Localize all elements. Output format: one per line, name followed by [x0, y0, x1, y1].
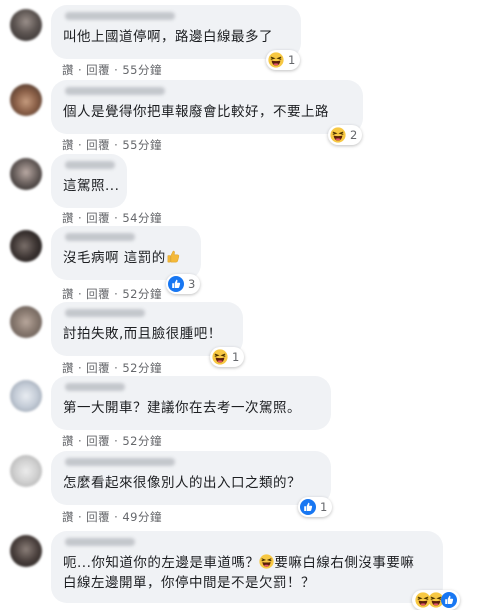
reply-link[interactable]: 回覆	[86, 361, 110, 375]
like-link[interactable]: 讚	[62, 434, 74, 448]
like-link[interactable]: 讚	[62, 361, 74, 375]
comment-actions: 讚 · 回覆 · 52分鐘	[62, 360, 162, 376]
separator: ·	[78, 434, 83, 448]
like-link[interactable]: 讚	[62, 287, 74, 301]
separator: ·	[78, 510, 83, 524]
author-name[interactable]	[65, 538, 135, 546]
avatar[interactable]	[10, 158, 42, 190]
comment-bubble: 個人是覺得你把車報廢會比較好，不要上路	[51, 80, 363, 134]
separator: ·	[78, 138, 83, 152]
comment-text-line-1: 呃...你知道你的左邊是車道嗎？ 要嘛白線右側沒事要嘛	[63, 553, 431, 573]
avatar[interactable]	[10, 535, 42, 567]
timestamp[interactable]: 52分鐘	[122, 361, 162, 375]
like-link[interactable]: 讚	[62, 211, 74, 225]
comment-text: 個人是覺得你把車報廢會比較好，不要上路	[63, 104, 329, 120]
reaction-badge[interactable]: 2	[328, 125, 363, 145]
reaction-badge[interactable]: 1	[266, 50, 301, 70]
comment-actions: 讚 · 回覆 · 55分鐘	[62, 62, 162, 78]
author-name[interactable]	[65, 87, 165, 95]
like-icon	[441, 592, 457, 608]
separator: ·	[78, 287, 83, 301]
timestamp[interactable]: 49分鐘	[122, 510, 162, 524]
comment-bubble: 呃...你知道你的左邊是車道嗎？ 要嘛白線右側沒事要嘛 白線左邊開單，你停中間是不…	[51, 531, 443, 603]
separator: ·	[114, 510, 119, 524]
separator: ·	[114, 63, 119, 77]
like-icon	[300, 499, 316, 515]
comment-actions: 讚 · 回覆 · 52分鐘	[62, 433, 162, 449]
avatar[interactable]	[10, 9, 42, 41]
comment-text: 這駕照...	[63, 178, 120, 194]
timestamp[interactable]: 54分鐘	[122, 211, 162, 225]
avatar[interactable]	[10, 380, 42, 412]
comment-bubble: 叫他上國道停啊，路邊白線最多了	[51, 5, 301, 59]
comment-text: 第一大開車？建議你在去考一次駕照。	[63, 400, 301, 416]
reaction-count: 1	[288, 53, 296, 67]
separator: ·	[114, 211, 119, 225]
separator: ·	[78, 211, 83, 225]
comment-text-part: 要嘛白線右側沒事要嘛	[274, 555, 415, 571]
like-link[interactable]: 讚	[62, 63, 74, 77]
reaction-count: 2	[350, 128, 358, 142]
reply-link[interactable]: 回覆	[86, 63, 110, 77]
avatar[interactable]	[10, 84, 42, 116]
avatar[interactable]	[10, 230, 42, 262]
comment-bubble: 怎麼看起來很像別人的出入口之類的？	[51, 451, 331, 505]
avatar[interactable]	[10, 306, 42, 338]
author-name[interactable]	[65, 161, 115, 169]
reaction-badge[interactable]	[412, 590, 460, 610]
laugh-emoji-icon	[259, 554, 274, 569]
reply-link[interactable]: 回覆	[86, 434, 110, 448]
like-link[interactable]: 讚	[62, 510, 74, 524]
reply-link[interactable]: 回覆	[86, 138, 110, 152]
timestamp[interactable]: 52分鐘	[122, 434, 162, 448]
separator: ·	[114, 434, 119, 448]
separator: ·	[78, 63, 83, 77]
reaction-count: 1	[232, 350, 240, 364]
reaction-badge[interactable]: 1	[298, 497, 333, 517]
comment-actions: 讚 · 回覆 · 55分鐘	[62, 137, 162, 153]
comment-text-part: 呃...你知道你的左邊是車道嗎？	[63, 555, 260, 571]
timestamp[interactable]: 55分鐘	[122, 138, 162, 152]
comment-actions: 讚 · 回覆 · 52分鐘	[62, 286, 162, 302]
comment-bubble: 這駕照...	[51, 154, 127, 208]
like-icon	[168, 276, 184, 292]
reply-link[interactable]: 回覆	[86, 510, 110, 524]
author-name[interactable]	[65, 458, 175, 466]
reaction-badge[interactable]: 1	[210, 347, 245, 367]
timestamp[interactable]: 52分鐘	[122, 287, 162, 301]
timestamp[interactable]: 55分鐘	[122, 63, 162, 77]
author-name[interactable]	[65, 383, 125, 391]
comment-text: 叫他上國道停啊，路邊白線最多了	[63, 29, 273, 45]
reaction-count: 3	[188, 277, 196, 291]
comment-text: 沒毛病啊 這罰的	[63, 248, 189, 268]
separator: ·	[114, 361, 119, 375]
laugh-icon	[330, 127, 346, 143]
comment-bubble: 第一大開車？建議你在去考一次駕照。	[51, 376, 331, 430]
separator: ·	[114, 287, 119, 301]
reaction-count: 1	[320, 500, 328, 514]
comment-text-content: 沒毛病啊 這罰的	[63, 250, 166, 266]
comment-bubble: 沒毛病啊 這罰的	[51, 226, 201, 280]
thumbs-up-emoji-icon	[166, 249, 181, 264]
comment-text: 討拍失敗,而且臉很腫吧！	[63, 326, 222, 342]
like-link[interactable]: 讚	[62, 138, 74, 152]
reaction-badge[interactable]: 3	[166, 274, 201, 294]
avatar[interactable]	[10, 455, 42, 487]
laugh-icon	[212, 349, 228, 365]
reply-link[interactable]: 回覆	[86, 211, 110, 225]
comment-text-line-2: 白線左邊開單，你停中間是不是欠罰！？	[63, 575, 315, 591]
comment-actions: 讚 · 回覆 · 54分鐘	[62, 210, 162, 226]
author-name[interactable]	[65, 309, 145, 317]
laugh-icon	[268, 52, 284, 68]
separator: ·	[78, 361, 83, 375]
author-name[interactable]	[65, 233, 135, 241]
comment-actions: 讚 · 回覆 · 49分鐘	[62, 509, 162, 525]
author-name[interactable]	[65, 12, 175, 20]
comment-text: 怎麼看起來很像別人的出入口之類的？	[63, 475, 301, 491]
separator: ·	[114, 138, 119, 152]
reply-link[interactable]: 回覆	[86, 287, 110, 301]
